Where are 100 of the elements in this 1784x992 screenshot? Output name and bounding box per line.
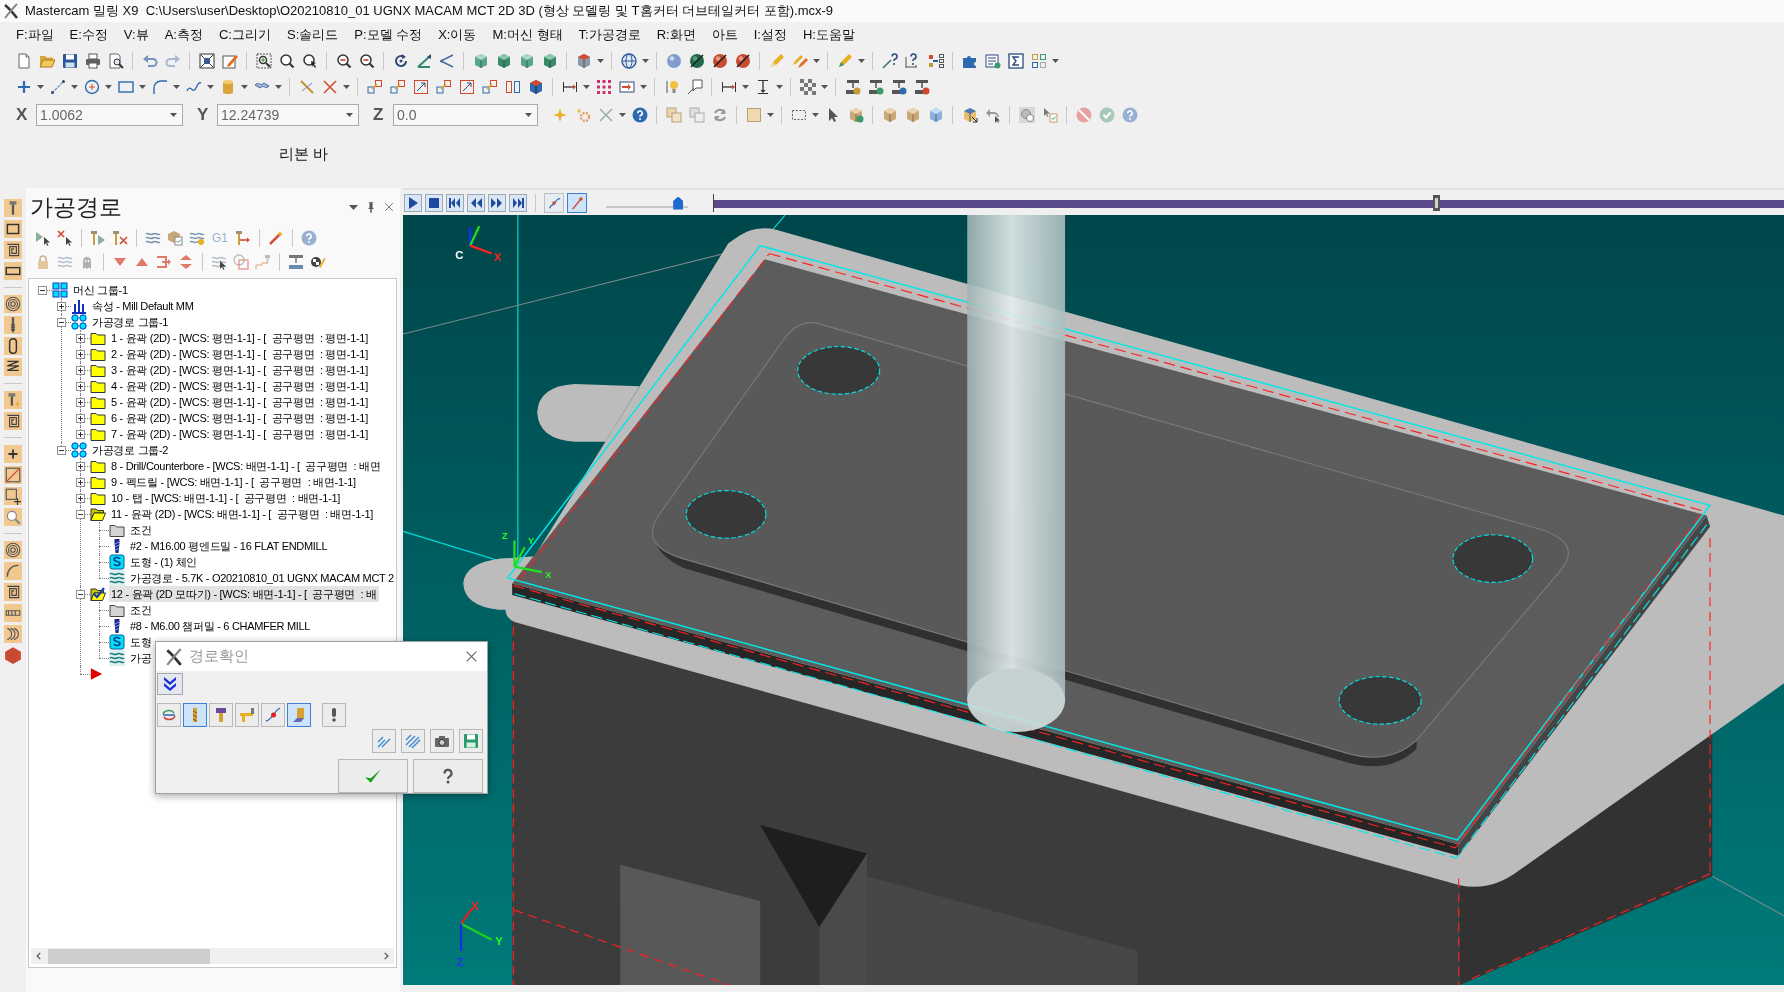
display-toggle[interactable] [209,703,233,727]
sphere-pencil-icon[interactable] [310,254,326,270]
menu-item[interactable]: T:가공경로 [570,24,649,46]
zoom-out-icon[interactable] [358,53,375,69]
zigzag-tile-icon[interactable] [4,358,22,376]
slider-thumb[interactable] [673,196,684,210]
globe-icon[interactable] [620,53,637,69]
menu-item[interactable]: E:수정 [61,24,116,46]
mirror-icon[interactable] [504,79,521,95]
expand-icon[interactable] [75,413,85,423]
undo-icon[interactable] [141,53,158,69]
square-spiral-icon[interactable] [4,583,22,601]
zoom-icon[interactable] [278,53,295,69]
block-icon[interactable] [4,646,22,664]
tool-button[interactable] [401,729,425,753]
pencil-icon[interactable] [836,53,853,69]
grid-plus-icon[interactable] [4,487,22,505]
dashed-rectangle-icon[interactable] [790,107,807,123]
position-handle[interactable] [1433,194,1441,211]
double-pencil-icon[interactable] [791,53,808,69]
caret-icon[interactable] [813,59,820,63]
curve-tile-icon[interactable] [4,562,22,580]
tree-item[interactable]: 10 - 탭 - [WCS: 배면-1-1] - [ 공구평면 : 배면-1-1] [109,490,343,506]
cube-icon[interactable] [518,53,535,69]
list-icon[interactable] [984,53,1001,69]
angle-icon[interactable] [438,53,455,69]
caret-icon[interactable] [37,85,44,89]
box-clipboard-icon[interactable] [167,230,183,246]
caret-icon[interactable] [742,85,749,89]
line-question-icon[interactable] [881,53,898,69]
caret-icon[interactable] [821,85,828,89]
horizontal-scrollbar[interactable] [31,948,394,964]
caret-icon[interactable] [275,85,282,89]
close-icon[interactable] [465,650,478,663]
display-toggle[interactable] [235,703,259,727]
puzzle-icon[interactable] [961,53,978,69]
cube-icon[interactable] [495,53,512,69]
caret-icon[interactable] [858,59,865,63]
tree-item[interactable]: 도형 [128,634,154,650]
transform-icon[interactable] [435,79,452,95]
rewind-icon[interactable] [467,193,485,212]
curved-arrow-icon[interactable] [984,107,1001,123]
tree-item[interactable]: 가공 [128,650,154,666]
rings-tile-icon[interactable] [4,604,22,622]
tool-tile-icon[interactable] [4,199,22,217]
tree-item[interactable]: 머신 그룹-1 [71,282,130,298]
tree-item[interactable]: 3 - 윤곽 (2D) - [WCS: 평면-1-1] - [ 공구평면 : 평면-1-1] [109,362,370,378]
caret-icon[interactable] [241,85,248,89]
expand-icon[interactable] [75,365,85,375]
tree-item[interactable]: 가공경로 그룹-2 [90,442,171,458]
expand-icon[interactable] [75,381,85,391]
caret-icon[interactable] [139,85,146,89]
machine-list-icon[interactable] [890,79,907,95]
display-toggle[interactable] [287,703,311,727]
coordinate-field[interactable]: 1.0062 [36,104,183,126]
fast-forward-icon[interactable] [488,193,506,212]
waves-icon[interactable] [145,230,161,246]
caret-icon[interactable] [346,113,353,117]
collapse-icon[interactable] [56,445,66,455]
caret-icon[interactable] [776,85,783,89]
tree-item[interactable]: 6 - 윤곽 (2D) - [WCS: 평면-1-1] - [ 공구평면 : 평면-1-1] [109,410,370,426]
double-chevron-down-icon[interactable] [157,673,183,695]
tool-arrow-icon[interactable] [235,230,251,246]
tool-button[interactable] [372,729,396,753]
printer-icon[interactable] [84,53,101,69]
zoom-cursor-icon[interactable] [301,53,318,69]
menu-item[interactable]: X:이동 [430,24,485,46]
bulb-icon[interactable] [663,79,680,95]
position-slider[interactable] [713,193,1784,212]
help-icon[interactable] [631,107,648,123]
machine-icon[interactable] [844,79,861,95]
play-icon[interactable] [404,193,422,212]
zoom-out-icon[interactable] [335,53,352,69]
cube-icon[interactable] [575,53,592,69]
rectangle-icon[interactable] [117,79,134,95]
horizontal-dimension-icon[interactable] [720,79,737,95]
cursor-clipboard-icon[interactable] [1041,107,1058,123]
menu-item[interactable]: C:그리기 [210,24,279,46]
transform-icon[interactable] [481,79,498,95]
magnifier-tile-icon[interactable] [4,508,22,526]
expand-icon[interactable] [75,493,85,503]
tool-button[interactable] [430,729,454,753]
tree-item[interactable]: 2 - 윤곽 (2D) - [WCS: 평면-1-1] - [ 공구평면 : 평면-1-1] [109,346,370,362]
cursor-cross-icon[interactable] [57,230,73,246]
square-spiral-icon[interactable] [4,241,22,259]
expand-icon[interactable] [75,333,85,343]
cube-icon[interactable] [527,79,544,95]
pencil-box-icon[interactable] [221,53,238,69]
machine-play-icon[interactable] [867,79,884,95]
display-toggle[interactable] [183,703,207,727]
concentric-circles-icon[interactable] [4,541,22,559]
coordinate-field[interactable]: 0.0 [393,104,538,126]
expand-icon[interactable] [75,349,85,359]
caret-icon[interactable] [597,59,604,63]
tool-cross-icon[interactable] [112,230,128,246]
menu-item[interactable]: A:측정 [156,24,211,46]
tree-item[interactable]: 11 - 윤곽 (2D) - [WCS: 배면-1-1] - [ 공구평면 : 배면-1-1] [109,506,375,522]
four-squares-icon[interactable] [1030,53,1047,69]
skip-back-icon[interactable] [446,193,464,212]
open-folder-icon[interactable] [38,53,55,69]
